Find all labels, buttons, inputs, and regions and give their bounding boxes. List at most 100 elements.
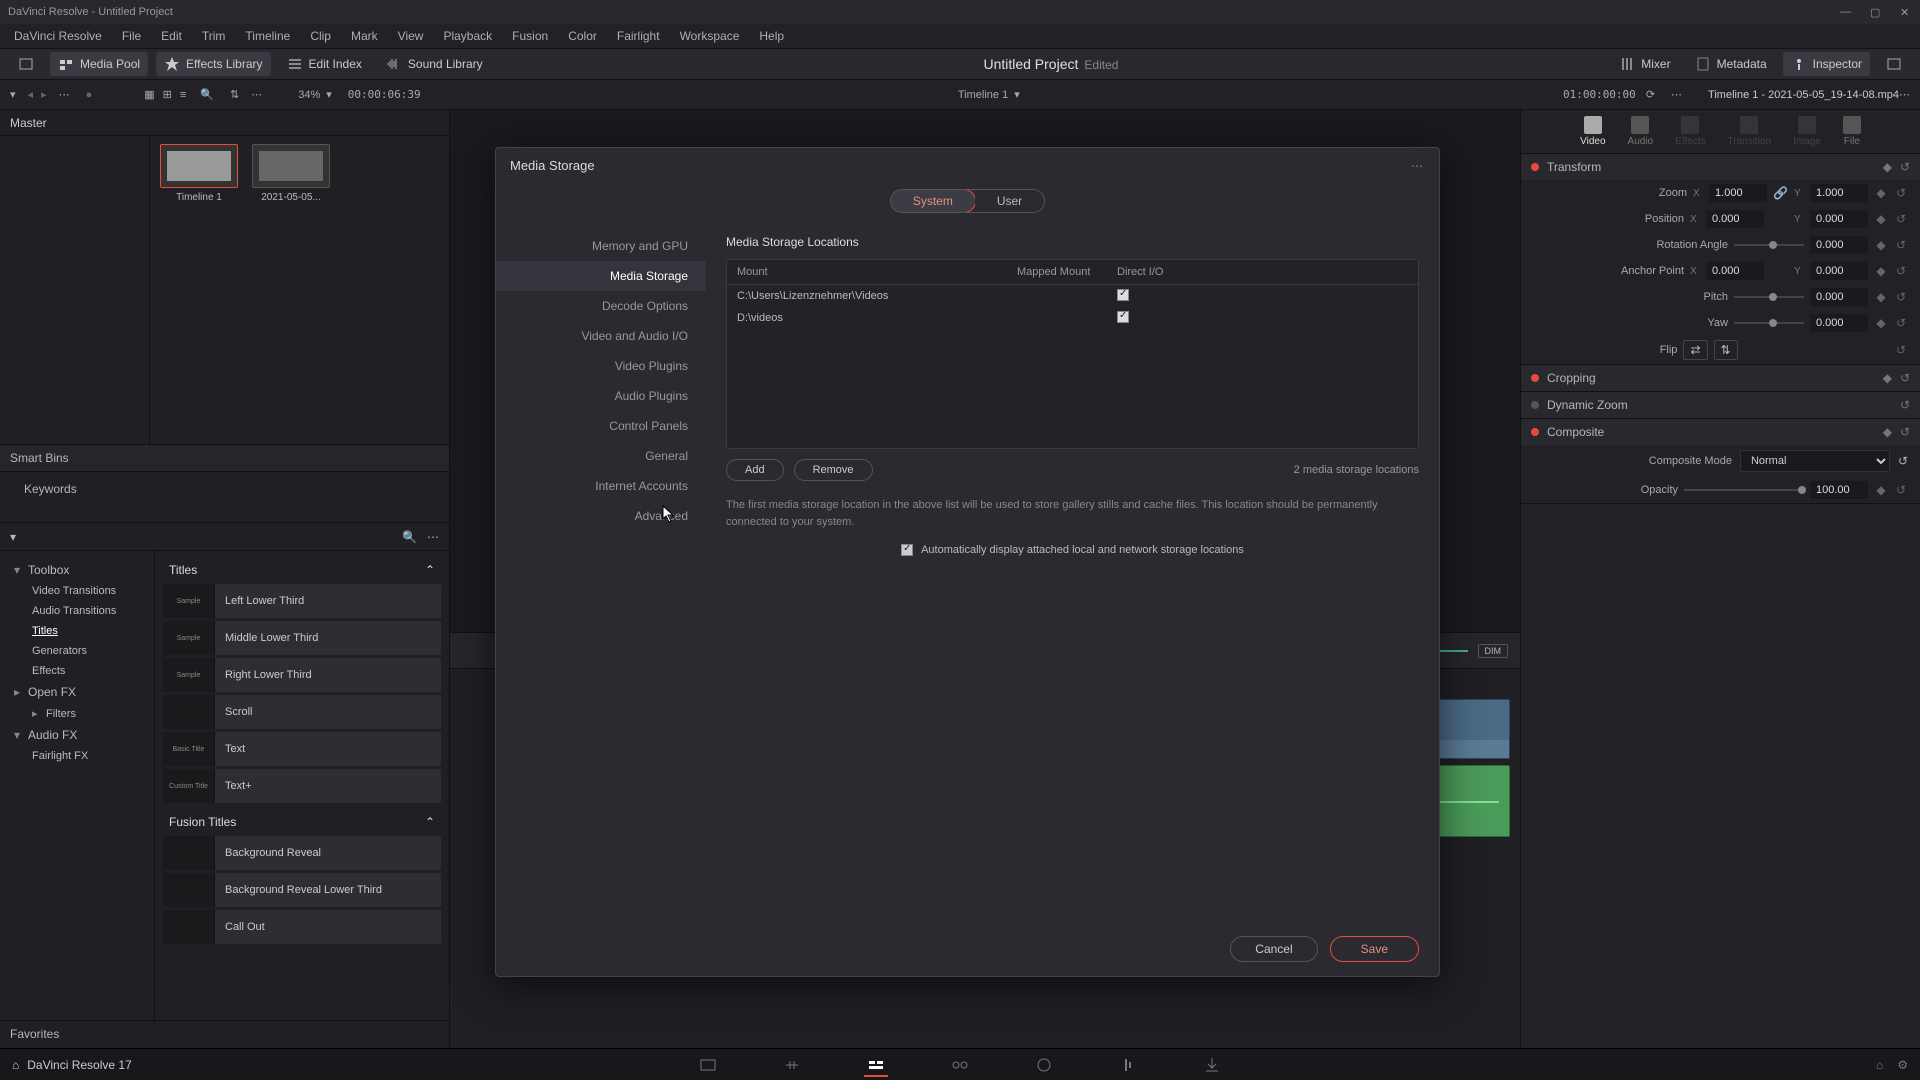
menu-mark[interactable]: Mark — [341, 29, 388, 43]
save-button[interactable]: Save — [1330, 936, 1419, 962]
title-item[interactable]: SampleRight Lower Third — [163, 658, 441, 692]
menu-davinci[interactable]: DaVinci Resolve — [4, 29, 112, 43]
keyframe-icon[interactable]: ◆ — [1874, 483, 1888, 497]
keyframe-icon[interactable]: ◆ — [1883, 371, 1892, 385]
close-icon[interactable]: ✕ — [1900, 6, 1912, 18]
view-grid-icon[interactable]: ⊞ — [163, 88, 172, 101]
tab-edit[interactable] — [864, 1053, 888, 1077]
fusion-title-item[interactable]: Background Reveal Lower Third — [163, 873, 441, 907]
inspector-tab-file[interactable]: File — [1843, 116, 1861, 147]
menu-color[interactable]: Color — [558, 29, 607, 43]
side-audio-plugins[interactable]: Audio Plugins — [496, 381, 706, 411]
keyframe-icon[interactable]: ◆ — [1874, 290, 1888, 304]
tab-fairlight[interactable] — [1116, 1053, 1140, 1077]
side-memory-gpu[interactable]: Memory and GPU — [496, 231, 706, 261]
side-decode-options[interactable]: Decode Options — [496, 291, 706, 321]
fusion-title-item[interactable]: Background Reveal — [163, 836, 441, 870]
menu-help[interactable]: Help — [749, 29, 794, 43]
master-bin-label[interactable]: Master — [0, 110, 449, 136]
fx-search-icon[interactable]: 🔍 — [402, 530, 417, 544]
rotation-slider[interactable] — [1734, 244, 1804, 246]
side-control-panels[interactable]: Control Panels — [496, 411, 706, 441]
tab-media[interactable] — [696, 1053, 720, 1077]
tab-deliver[interactable] — [1200, 1053, 1224, 1077]
cancel-button[interactable]: Cancel — [1230, 936, 1317, 962]
timeline-name[interactable]: Timeline 1 — [958, 89, 1008, 101]
metadata-button[interactable]: Metadata — [1687, 52, 1775, 76]
fusion-titles-header[interactable]: Fusion Titles⌃ — [163, 811, 441, 833]
cat-fairlightfx[interactable]: Fairlight FX — [6, 746, 148, 766]
view-thumb-icon[interactable]: ▦ — [144, 88, 154, 101]
cat-effects[interactable]: Effects — [6, 661, 148, 681]
yaw-slider[interactable] — [1734, 322, 1804, 324]
side-video-audio-io[interactable]: Video and Audio I/O — [496, 321, 706, 351]
fusion-title-item[interactable]: Call Out — [163, 910, 441, 944]
reset-icon[interactable]: ↺ — [1900, 425, 1910, 439]
flip-v-button[interactable]: ⇅ — [1714, 340, 1738, 360]
menu-edit[interactable]: Edit — [151, 29, 192, 43]
reset-icon[interactable]: ↺ — [1894, 238, 1908, 252]
fx-dropdown-icon[interactable]: ▾ — [10, 530, 16, 544]
reset-icon[interactable]: ↺ — [1894, 316, 1908, 330]
reset-icon[interactable]: ↺ — [1894, 264, 1908, 278]
prefs-tab-system[interactable]: System — [890, 189, 976, 213]
effects-library-button[interactable]: Effects Library — [156, 52, 270, 76]
inspector-tab-effects[interactable]: Effects — [1675, 116, 1705, 147]
auto-display-checkbox[interactable] — [901, 544, 913, 556]
direct-io-checkbox[interactable] — [1117, 311, 1129, 323]
tab-color[interactable] — [1032, 1053, 1056, 1077]
cat-openfx[interactable]: ▸Open FX — [6, 681, 148, 703]
inspector-button[interactable]: Inspector — [1783, 52, 1870, 76]
mixer-button[interactable]: Mixer — [1611, 52, 1678, 76]
edit-index-button[interactable]: Edit Index — [279, 52, 370, 76]
direct-io-checkbox[interactable] — [1117, 289, 1129, 301]
pos-x-input[interactable] — [1706, 210, 1764, 228]
side-video-plugins[interactable]: Video Plugins — [496, 351, 706, 381]
tab-cut[interactable] — [780, 1053, 804, 1077]
view-list-icon[interactable]: ≡ — [180, 89, 186, 101]
menu-trim[interactable]: Trim — [192, 29, 236, 43]
project-manager-icon[interactable]: ⌂ — [1876, 1058, 1883, 1072]
cat-filters[interactable]: ▸Filters — [6, 703, 148, 724]
cat-generators[interactable]: Generators — [6, 641, 148, 661]
cat-video-transitions[interactable]: Video Transitions — [6, 581, 148, 601]
options-icon[interactable]: ⋯ — [1899, 88, 1910, 101]
pitch-slider[interactable] — [1734, 296, 1804, 298]
menu-view[interactable]: View — [388, 29, 434, 43]
keyframe-icon[interactable]: ◆ — [1874, 186, 1888, 200]
smartbin-keywords[interactable]: Keywords — [16, 478, 433, 500]
inspector-tab-audio[interactable]: Audio — [1628, 116, 1654, 147]
reset-icon[interactable]: ↺ — [1900, 371, 1910, 385]
clip-thumb-video[interactable]: 2021-05-05... — [250, 144, 332, 203]
sort-icon[interactable]: ⇅ — [230, 88, 239, 101]
cat-audiofx[interactable]: ▾Audio FX — [6, 724, 148, 746]
anchor-x-input[interactable] — [1706, 262, 1764, 280]
dropdown-icon[interactable]: ▾ — [10, 88, 16, 101]
menu-fusion[interactable]: Fusion — [502, 29, 558, 43]
reset-icon[interactable]: ↺ — [1894, 343, 1908, 357]
reset-icon[interactable]: ↺ — [1894, 483, 1908, 497]
link-icon[interactable]: 🔗 — [1773, 186, 1788, 200]
home-icon[interactable]: ⌂ — [12, 1058, 19, 1072]
title-item[interactable]: Custom TitleText+ — [163, 769, 441, 803]
flip-h-button[interactable]: ⇄ — [1683, 340, 1707, 360]
record-icon[interactable]: ● — [86, 89, 93, 101]
pitch-input[interactable] — [1810, 288, 1868, 306]
opacity-input[interactable] — [1810, 481, 1868, 499]
minimize-icon[interactable]: — — [1840, 6, 1852, 18]
prefs-tab-user[interactable]: User — [975, 190, 1044, 212]
inspector-tab-video[interactable]: Video — [1580, 116, 1605, 147]
side-general[interactable]: General — [496, 441, 706, 471]
composite-mode-select[interactable]: Normal — [1740, 450, 1890, 472]
remove-button[interactable]: Remove — [794, 459, 873, 481]
anchor-y-input[interactable] — [1810, 262, 1868, 280]
dynamic-zoom-section-header[interactable]: Dynamic Zoom↺ — [1521, 392, 1920, 418]
title-item[interactable]: Basic TitleText — [163, 732, 441, 766]
dim-button[interactable]: DIM — [1478, 644, 1509, 658]
menu-file[interactable]: File — [112, 29, 151, 43]
title-item[interactable]: SampleLeft Lower Third — [163, 584, 441, 618]
transform-section-header[interactable]: Transform◆↺ — [1521, 154, 1920, 180]
menu-timeline[interactable]: Timeline — [235, 29, 300, 43]
favorites-header[interactable]: Favorites — [0, 1020, 449, 1048]
bin-tree[interactable] — [0, 136, 150, 444]
